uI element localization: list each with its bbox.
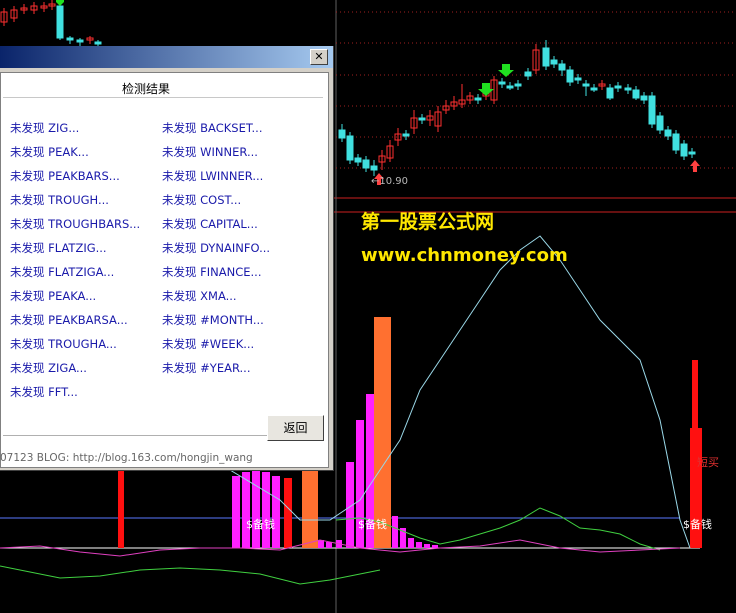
result-item: 未发现 ZIG... <box>10 121 80 135</box>
indicator-bar <box>242 472 250 548</box>
indicator-bar <box>424 544 430 548</box>
candle-body <box>574 77 582 81</box>
indicator-bar <box>252 470 260 548</box>
indicator-bar <box>416 542 422 548</box>
watermark-title: 第一股票公式网 <box>361 211 495 233</box>
candle-body <box>550 59 558 65</box>
panel-title: 检测结果 <box>121 82 170 96</box>
close-icon: ✕ <box>314 50 324 63</box>
candle-body <box>362 159 370 169</box>
indicator-label: $备钱 <box>683 518 712 531</box>
candle-body <box>370 165 378 171</box>
close-button[interactable]: ✕ <box>310 49 328 65</box>
buy-signal-label: 短买 <box>697 456 719 469</box>
result-item: 未发现 #WEEK... <box>162 337 255 351</box>
candle-body <box>506 85 514 89</box>
indicator-bar <box>408 538 414 548</box>
candle-body <box>354 157 362 163</box>
result-item: 未发现 FLATZIGA... <box>10 265 115 279</box>
indicator-bar <box>284 478 292 548</box>
indicator-bar <box>318 540 324 548</box>
candle-body <box>664 129 672 137</box>
candle-body <box>688 151 696 155</box>
candle-body <box>402 133 410 137</box>
group-divider <box>3 97 323 98</box>
candle-body <box>656 115 664 131</box>
dialog-titlebar[interactable]: ✕ <box>0 46 333 68</box>
result-item: 未发现 LWINNER... <box>162 169 264 183</box>
candle-body <box>524 71 532 77</box>
candle-body <box>338 129 346 139</box>
indicator-bar <box>392 516 398 548</box>
detection-result-dialog: ✕ 检测结果 未发现 ZIG... 未发现 PEAK... 未发现 PEAKBARS… <box>0 46 334 471</box>
indicator-line-green-lower <box>0 565 381 585</box>
result-item: 未发现 PEAK... <box>10 145 89 159</box>
result-item: 未发现 #YEAR... <box>162 361 251 375</box>
candle-body <box>590 87 598 91</box>
result-item: 未发现 #MONTH... <box>162 313 264 327</box>
indicator-label: $备钱 <box>358 518 387 531</box>
result-item: 未发现 WINNER... <box>162 145 258 159</box>
candle-body <box>648 95 656 125</box>
result-item: 未发现 XMA... <box>162 289 237 303</box>
result-item: 未发现 ZIGA... <box>10 361 87 375</box>
candle-body <box>680 143 688 157</box>
candle-body <box>606 87 614 99</box>
status-text: 07123 BLOG: http://blog.163.com/hongjin_… <box>0 452 253 464</box>
indicator-bar <box>118 470 124 548</box>
result-item: 未发现 BACKSET... <box>162 121 263 135</box>
result-item: 未发现 TROUGHA... <box>10 337 117 351</box>
result-item: 未发现 DYNAINFO... <box>162 241 271 255</box>
candle-body <box>418 117 426 121</box>
candle-body <box>474 97 482 101</box>
candle-body <box>542 47 550 67</box>
watermark-url: www.chnmoney.com <box>361 245 568 266</box>
sell-signal-arrows <box>374 160 700 185</box>
indicator-bar <box>374 317 391 548</box>
result-item: 未发现 PEAKBARS... <box>10 169 120 183</box>
indicator-bar <box>302 468 318 548</box>
back-button[interactable]: 返回 <box>267 415 324 441</box>
candle-body <box>558 63 566 71</box>
indicator-bar <box>272 476 280 548</box>
candle-body <box>66 37 74 41</box>
indicator-bar <box>262 472 270 548</box>
candle-body <box>498 81 506 85</box>
candle-body <box>640 95 648 101</box>
candle-body <box>614 85 622 89</box>
result-item: 未发现 TROUGHBARS... <box>10 217 141 231</box>
result-item: 未发现 PEAKBARSA... <box>10 313 128 327</box>
candle-body <box>624 87 632 91</box>
candle-body <box>76 39 84 43</box>
result-item: 未发现 COST... <box>162 193 242 207</box>
candle-body <box>672 133 680 151</box>
candle-body <box>582 83 590 87</box>
indicator-label: $备钱 <box>246 518 275 531</box>
candle-body <box>56 5 64 39</box>
result-item: 未发现 FLATZIG... <box>10 241 107 255</box>
price-label: ←10.90 <box>371 176 409 187</box>
candle-body <box>346 135 354 161</box>
result-panel: 检测结果 未发现 ZIG... 未发现 PEAK... 未发现 PEAKBARS..… <box>0 72 329 468</box>
result-item: 未发现 TROUGH... <box>10 193 109 207</box>
result-item: 未发现 CAPITAL... <box>162 217 258 231</box>
candle-body <box>514 83 522 87</box>
result-item: 未发现 FINANCE... <box>162 265 262 279</box>
result-item: 未发现 PEAKA... <box>10 289 97 303</box>
indicator-bar <box>232 476 240 548</box>
candle-body <box>632 89 640 99</box>
indicator-bar <box>326 542 332 548</box>
result-item: 未发现 FFT... <box>10 385 78 399</box>
indicator-bar <box>432 545 438 548</box>
candle-body <box>94 41 102 45</box>
candle-body <box>566 69 574 83</box>
